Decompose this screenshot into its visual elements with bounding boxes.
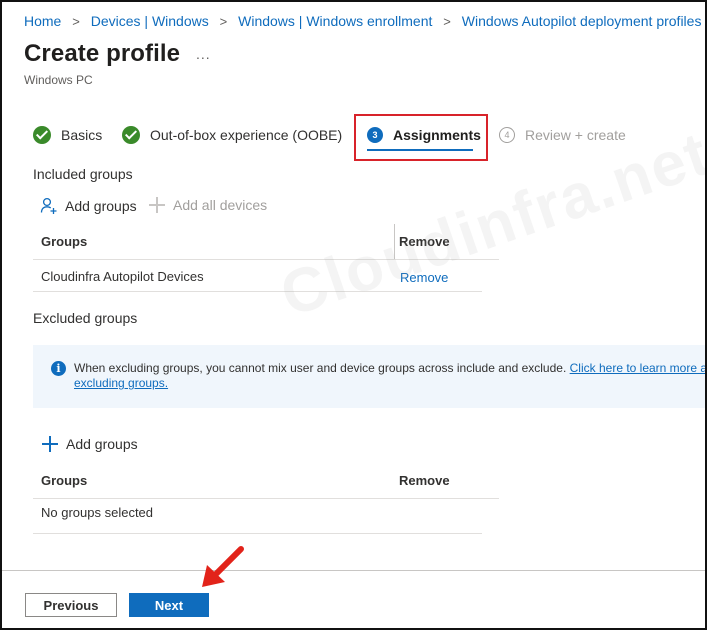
add-groups-button[interactable]: Add groups	[40, 197, 137, 215]
included-groups-label: Included groups	[33, 166, 133, 182]
more-options-icon[interactable]: ...	[196, 46, 211, 62]
breadcrumb-devices-windows[interactable]: Devices | Windows	[91, 13, 209, 29]
highlight-annotation-box	[354, 114, 488, 161]
info-icon: i	[51, 361, 66, 376]
column-header-remove: Remove	[399, 234, 450, 249]
add-groups-label: Add groups	[66, 436, 138, 452]
column-header-remove: Remove	[399, 473, 450, 488]
step-oobe[interactable]: Out-of-box experience (OOBE)	[122, 124, 342, 146]
page-subtitle: Windows PC	[24, 73, 93, 87]
table-divider	[33, 291, 482, 292]
step-label: Out-of-box experience (OOBE)	[150, 127, 343, 143]
step-label: Review + create	[525, 127, 626, 143]
next-button[interactable]: Next	[129, 593, 209, 617]
add-all-devices-label: Add all devices	[173, 197, 268, 213]
column-header-groups: Groups	[41, 234, 88, 249]
footer-divider	[2, 570, 705, 571]
check-circle-icon	[33, 126, 51, 144]
step-number-badge: 4	[499, 127, 515, 143]
check-circle-icon	[122, 126, 140, 144]
table-divider	[33, 259, 499, 260]
column-divider	[394, 224, 395, 259]
table-row-group-name: Cloudinfra Autopilot Devices	[41, 269, 204, 284]
breadcrumb-autopilot-profiles[interactable]: Windows Autopilot deployment profiles	[462, 13, 702, 29]
page-title: Create profile	[24, 40, 181, 67]
breadcrumb: Home > Devices | Windows > Windows | Win…	[24, 13, 701, 29]
breadcrumb-separator: >	[72, 14, 80, 29]
red-arrow-icon	[202, 546, 244, 587]
table-divider	[33, 533, 482, 534]
add-groups-label: Add groups	[65, 198, 137, 214]
create-profile-window: Home > Devices | Windows > Windows | Win…	[0, 0, 707, 630]
excluded-groups-label: Excluded groups	[33, 310, 138, 326]
remove-group-link[interactable]: Remove	[400, 270, 448, 285]
step-review-create: 4 Review + create	[499, 124, 626, 146]
step-label: Basics	[61, 127, 103, 143]
empty-table-text: No groups selected	[41, 505, 154, 520]
step-basics[interactable]: Basics	[33, 124, 102, 146]
add-all-devices-button: Add all devices	[149, 197, 267, 213]
previous-button[interactable]: Previous	[25, 593, 117, 617]
learn-more-link-continued[interactable]: excluding groups.	[74, 376, 168, 390]
watermark: Cloudinfra.net	[272, 119, 707, 331]
breadcrumb-windows-enrollment[interactable]: Windows | Windows enrollment	[238, 13, 432, 29]
add-person-icon	[40, 197, 57, 214]
learn-more-link[interactable]: Click here to learn more ab	[570, 361, 705, 375]
plus-icon	[149, 197, 165, 213]
breadcrumb-home[interactable]: Home	[24, 13, 61, 29]
column-header-groups: Groups	[41, 473, 88, 488]
breadcrumb-separator: >	[443, 14, 451, 29]
breadcrumb-separator: >	[219, 14, 228, 29]
info-message: When excluding groups, you cannot mix us…	[74, 361, 705, 391]
info-message-text: When excluding groups, you cannot mix us…	[74, 361, 567, 375]
add-excluded-groups-button[interactable]: Add groups	[42, 436, 138, 452]
plus-icon	[42, 436, 58, 452]
table-divider	[33, 498, 499, 499]
